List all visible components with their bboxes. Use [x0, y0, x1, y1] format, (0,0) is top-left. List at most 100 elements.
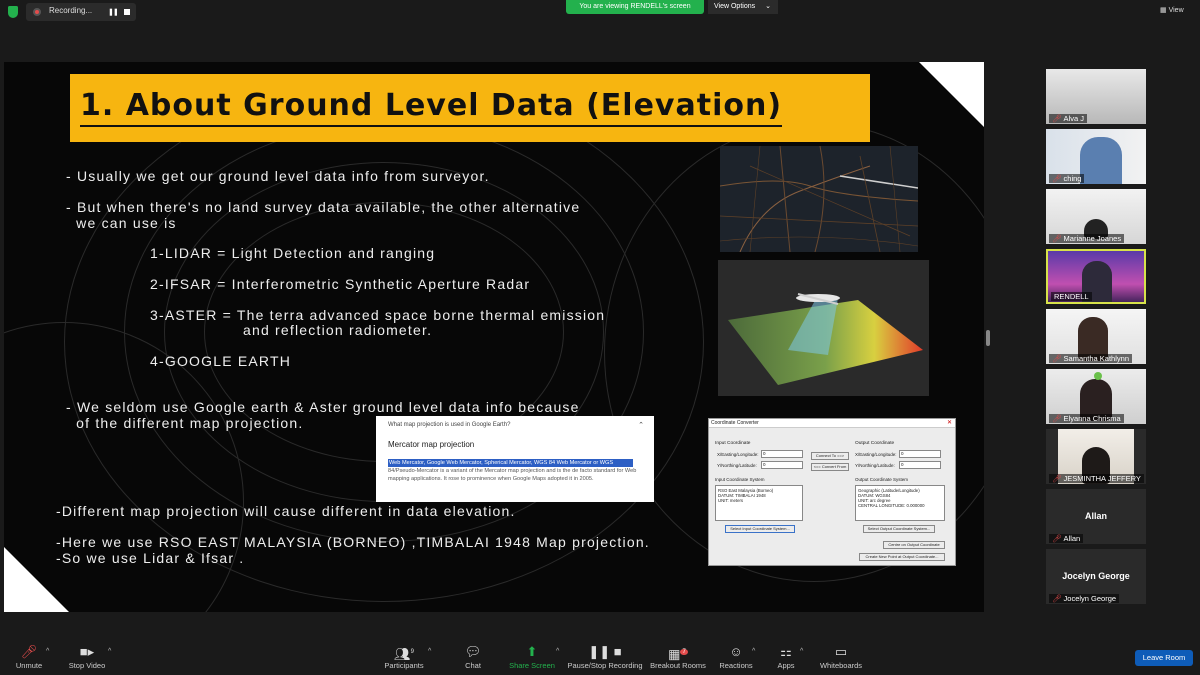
- participant-name: 🎤︎ ching: [1049, 174, 1085, 183]
- participant-tile[interactable]: Jocelyn George 🎤︎ Jocelyn George: [1046, 549, 1146, 604]
- share-screen-button[interactable]: ⬆ Share Screen: [506, 640, 558, 675]
- security-shield-icon[interactable]: [8, 6, 18, 18]
- participant-tile[interactable]: 🎤︎ ching: [1046, 129, 1146, 184]
- chat-button[interactable]: 💬︎ Chat: [458, 640, 488, 675]
- video-camera-icon: ■▸: [79, 644, 95, 659]
- lidar-terrain-graphic: [728, 293, 923, 385]
- input-coordinate-label: Input Coordinate: [715, 441, 751, 446]
- unmute-button[interactable]: 🎤︎ Unmute: [10, 640, 48, 675]
- recording-dot-icon: [33, 8, 41, 16]
- chat-label: Chat: [465, 661, 481, 670]
- unmute-label: Unmute: [15, 661, 43, 670]
- create-point-button: Create New Point at Output Coordinate...: [859, 553, 945, 561]
- view-options-button[interactable]: View Options ⌄: [708, 0, 778, 14]
- connect-to-button: Connect To ==>: [811, 452, 849, 460]
- participants-icon: 👥︎9: [394, 646, 414, 662]
- google-answer-title: Mercator map projection: [388, 440, 475, 449]
- participant-name-label: Elyanna Chrisma: [1063, 414, 1121, 423]
- participant-name-label: Jocelyn George: [1063, 594, 1117, 603]
- mic-muted-icon: 🎤︎: [1052, 534, 1062, 543]
- slide-list-item: 3-ASTER = The terra advanced space borne…: [150, 307, 606, 323]
- output-x-field: 0: [899, 450, 941, 458]
- google-answer-body: 84/Pseudo-Mercator is a variant of the M…: [388, 468, 637, 482]
- title-banner: 1. About Ground Level Data (Elevation): [70, 74, 870, 142]
- participant-tile[interactable]: 🎤︎ Alva J: [1046, 69, 1146, 124]
- participant-name-label: Marianne Joanes: [1063, 234, 1122, 243]
- mic-muted-icon: 🎤︎: [1052, 174, 1062, 183]
- road-map-graphic: [720, 146, 918, 252]
- chevron-up-icon[interactable]: ^: [428, 648, 431, 655]
- y-northing-label: Y/Northing/Latitude:: [855, 463, 895, 468]
- participant-display-name: Jocelyn George: [1062, 571, 1130, 581]
- whiteboard-icon: ▭: [834, 644, 848, 659]
- slide-title: 1. About Ground Level Data (Elevation): [80, 88, 783, 127]
- recording-label: Recording...: [49, 6, 93, 15]
- participant-name-label: ching: [1063, 174, 1082, 183]
- share-screen-label: Share Screen: [509, 661, 555, 670]
- participant-tile[interactable]: 🎤︎ Samantha Kathlynn: [1046, 309, 1146, 364]
- slide-list-item: 4-GOOGLE EARTH: [150, 353, 292, 369]
- slide-list-item: and reflection radiometer.: [243, 322, 433, 338]
- select-output-system-button: Select Output Coordinate System...: [863, 525, 935, 533]
- view-button[interactable]: ▦ View: [1160, 6, 1184, 14]
- chevron-up-icon[interactable]: ^: [556, 648, 559, 655]
- participants-button[interactable]: 👥︎9 Participants: [380, 640, 428, 675]
- person-silhouette: [1080, 137, 1122, 184]
- participant-name: 🎤︎ Jocelyn George: [1049, 594, 1120, 603]
- panel-resize-handle[interactable]: [986, 330, 990, 346]
- reactions-button[interactable]: ☺ Reactions: [716, 640, 756, 675]
- participant-name-label: RENDELL: [1054, 292, 1089, 301]
- breakout-rooms-button[interactable]: ▦ 7 Breakout Rooms: [648, 640, 708, 675]
- chevron-up-icon[interactable]: ^: [800, 648, 803, 655]
- output-coordinate-label: Output Coordinate: [855, 441, 895, 446]
- participant-name: 🎤︎ Marianne Joanes: [1049, 234, 1125, 243]
- viewing-banner: You are viewing RENDELL's screen: [566, 0, 704, 14]
- output-y-field: 0: [899, 461, 941, 469]
- input-x-field: 0: [761, 450, 803, 458]
- window-title: Coordinate Converter: [711, 420, 759, 426]
- window-titlebar: Coordinate Converter ✕: [709, 419, 955, 428]
- chevron-up-icon: ⌃: [638, 422, 644, 429]
- leave-room-button[interactable]: Leave Room: [1135, 650, 1193, 666]
- stop-recording-icon[interactable]: [124, 9, 130, 15]
- slide-bullet: we can use is: [66, 215, 177, 231]
- apps-icon: ⚏: [780, 644, 792, 659]
- share-screen-icon: ⬆: [526, 644, 538, 659]
- input-system-text: RSO East Malaysia (Borneo) DATUM: TIMBAL…: [715, 485, 803, 521]
- coordinate-converter-window: Coordinate Converter ✕ Input Coordinate …: [708, 418, 956, 566]
- mic-muted-icon: 🎤︎: [1052, 474, 1062, 483]
- participant-tile[interactable]: 🎤︎ Elyanna Chrisma: [1046, 369, 1146, 424]
- breakout-rooms-icon: ▦ 7: [668, 646, 688, 662]
- view-options-label: View Options: [714, 3, 756, 10]
- mic-muted-icon: 🎤︎: [1052, 234, 1062, 243]
- participants-label: Participants: [384, 661, 424, 670]
- stop-video-button[interactable]: ■▸ Stop Video: [64, 640, 110, 675]
- apps-button[interactable]: ⚏ Apps: [770, 640, 802, 675]
- pause-stop-recording-button[interactable]: ❚❚ ■ Pause/Stop Recording: [566, 640, 644, 675]
- chevron-up-icon[interactable]: ^: [46, 648, 49, 655]
- participant-name-label: Alva J: [1063, 114, 1084, 123]
- slide-bullet: - We seldom use Google earth & Aster gro…: [66, 399, 580, 415]
- participant-tile[interactable]: Allan 🎤︎ Allan: [1046, 489, 1146, 544]
- participant-tile[interactable]: 🎤︎ Marianne Joanes: [1046, 189, 1146, 244]
- chevron-up-icon[interactable]: ^: [752, 648, 755, 655]
- chat-bubble-icon: 💬︎: [464, 644, 482, 659]
- whiteboards-button[interactable]: ▭ Whiteboards: [816, 640, 866, 675]
- y-northing-label: Y/Northing/Latitude:: [717, 463, 757, 468]
- participant-name: RENDELL: [1051, 292, 1092, 301]
- chevron-up-icon[interactable]: ^: [108, 648, 111, 655]
- participant-tile-active-speaker[interactable]: RENDELL: [1046, 249, 1146, 304]
- chevron-down-icon: ⌄: [765, 3, 771, 10]
- sprout-headband-decoration: [1094, 372, 1102, 380]
- slide-bullet: -Here we use RSO EAST MALAYSIA (BORNEO) …: [56, 534, 650, 550]
- convert-from-button: <== Convert From: [811, 463, 849, 471]
- mic-muted-icon: 🎤︎: [1052, 114, 1062, 123]
- slide-list-item: 1-LIDAR = Light Detection and ranging: [150, 245, 436, 261]
- view-label: View: [1168, 7, 1184, 14]
- select-input-system-button: Select Input Coordinate System...: [725, 525, 795, 533]
- slide-bullet: - But when there's no land survey data a…: [66, 199, 581, 215]
- mic-muted-icon: 🎤︎: [1052, 594, 1062, 603]
- pause-recording-icon[interactable]: ❚❚: [108, 8, 119, 16]
- participant-name: 🎤︎ JESMINTHA JEFFERY: [1049, 474, 1144, 483]
- participant-tile[interactable]: 🎤︎ JESMINTHA JEFFERY: [1046, 429, 1146, 484]
